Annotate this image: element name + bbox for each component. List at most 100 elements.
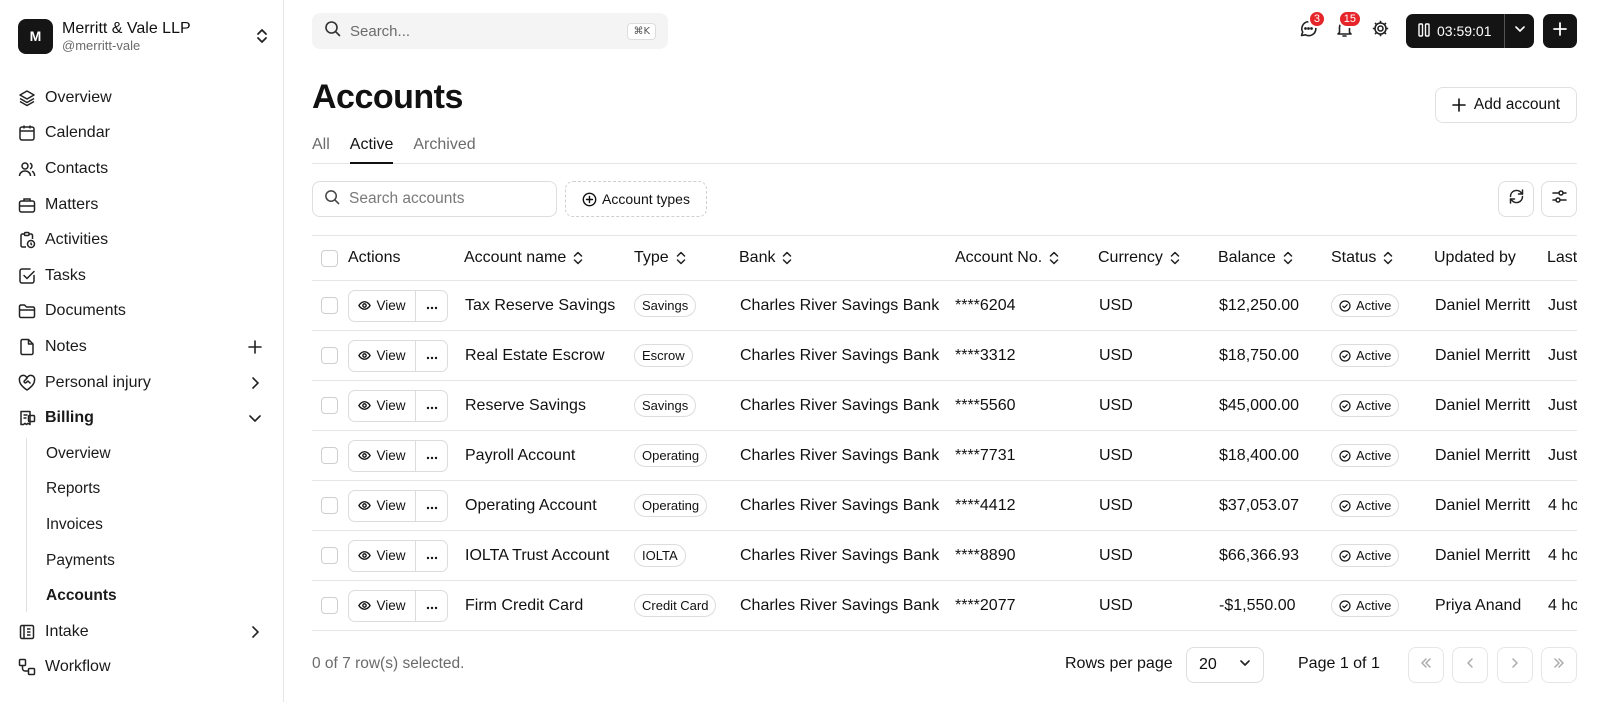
sidebar-item-personal-injury[interactable]: Personal injury <box>0 365 284 401</box>
timer-menu-button[interactable] <box>1504 14 1534 48</box>
previous-page-button[interactable] <box>1452 647 1488 683</box>
status-label: Active <box>1356 348 1392 363</box>
add-account-button[interactable]: Add account <box>1435 87 1577 123</box>
row-actions: View <box>348 281 448 330</box>
view-label: View <box>376 398 406 413</box>
updated-by-cell: Daniel Merritt <box>1435 296 1531 314</box>
subnav-item-payments[interactable]: Payments <box>0 543 284 579</box>
notifications-button[interactable]: 15 <box>1326 10 1362 48</box>
account-name[interactable]: Firm Credit Card <box>465 581 583 630</box>
sort-icon <box>782 251 792 265</box>
sidebar-item-workflow[interactable]: Workflow <box>0 650 284 686</box>
status-cell: Active <box>1331 431 1400 480</box>
sidebar-item-activities[interactable]: Activities <box>0 222 284 258</box>
first-page-button[interactable] <box>1408 647 1444 683</box>
status-label: Active <box>1356 398 1392 413</box>
sidebar-item-tasks[interactable]: Tasks <box>0 258 284 294</box>
status-badge: Active <box>1331 544 1400 567</box>
currency-cell: USD <box>1099 346 1133 364</box>
view-button[interactable]: View <box>349 340 416 371</box>
row-select-cell <box>321 431 338 480</box>
more-actions-button[interactable] <box>416 441 447 471</box>
rows-per-page-select[interactable]: 20 <box>1186 647 1264 683</box>
type-cell: Operating <box>634 481 708 530</box>
subnav-item-accounts[interactable]: Accounts <box>0 578 284 614</box>
global-search[interactable]: Search... ⌘K <box>312 13 668 49</box>
view-button[interactable]: View <box>349 390 416 421</box>
tab-active[interactable]: Active <box>349 132 394 164</box>
sidebar-item-matters[interactable]: Matters <box>0 187 284 223</box>
sidebar-item-overview[interactable]: Overview <box>0 80 284 116</box>
more-actions-button[interactable] <box>416 391 447 421</box>
refresh-button[interactable] <box>1498 181 1534 217</box>
chevrons-up-down-icon[interactable] <box>252 26 272 46</box>
col-label: Bank <box>739 249 776 266</box>
sidebar-item-billing[interactable]: Billing <box>0 400 284 436</box>
plus-icon[interactable] <box>246 338 264 356</box>
more-actions-button[interactable] <box>416 341 447 371</box>
account-name[interactable]: Reserve Savings <box>465 381 586 430</box>
view-button[interactable]: View <box>349 490 416 521</box>
sidebar-item-documents[interactable]: Documents <box>0 294 284 330</box>
subnav-item-reports[interactable]: Reports <box>0 472 284 508</box>
row-checkbox[interactable] <box>321 547 338 564</box>
col-bank[interactable]: Bank <box>739 236 792 280</box>
row-checkbox[interactable] <box>321 447 338 464</box>
account-types-filter-button[interactable]: Account types <box>565 181 707 217</box>
account-name[interactable]: Payroll Account <box>465 431 575 480</box>
col-account-name[interactable]: Account name <box>464 236 583 280</box>
tab-archived[interactable]: Archived <box>413 132 475 164</box>
quick-create-button[interactable] <box>1543 14 1577 48</box>
status-badge: Active <box>1331 394 1400 417</box>
status-label: Active <box>1356 498 1392 513</box>
org-switcher[interactable]: M Merritt & Vale LLP @merritt-vale <box>18 16 272 56</box>
row-checkbox[interactable] <box>321 597 338 614</box>
last-updated-cell: 4 hou <box>1548 596 1577 614</box>
row-select-cell <box>321 531 338 580</box>
col-balance[interactable]: Balance <box>1218 236 1293 280</box>
tab-all[interactable]: All <box>312 132 330 164</box>
view-button[interactable]: View <box>349 590 416 621</box>
more-actions-button[interactable] <box>416 491 447 521</box>
sidebar-item-contacts[interactable]: Contacts <box>0 151 284 187</box>
accounts-search-input[interactable]: Search accounts <box>312 181 557 217</box>
row-select-cell <box>321 381 338 430</box>
view-options-button[interactable] <box>1541 181 1577 217</box>
account-name[interactable]: Real Estate Escrow <box>465 331 605 380</box>
subnav-item-overview[interactable]: Overview <box>0 436 284 472</box>
row-checkbox[interactable] <box>321 397 338 414</box>
last-page-button[interactable] <box>1541 647 1577 683</box>
account-name[interactable]: IOLTA Trust Account <box>465 531 609 580</box>
col-account-number[interactable]: Account No. <box>955 236 1059 280</box>
view-button[interactable]: View <box>349 440 416 471</box>
view-button[interactable]: View <box>349 540 416 571</box>
timer-toggle-button[interactable]: 03:59:01 <box>1406 22 1504 40</box>
account-name[interactable]: Operating Account <box>465 481 597 530</box>
sidebar-item-intake[interactable]: Intake <box>0 614 284 650</box>
balance-cell: -$1,550.00 <box>1219 596 1296 614</box>
sidebar-item-notes[interactable]: Notes <box>0 329 284 365</box>
account-name[interactable]: Tax Reserve Savings <box>465 281 615 330</box>
search-icon <box>324 20 341 42</box>
messages-button[interactable]: 3 <box>1290 10 1326 48</box>
col-type[interactable]: Type <box>634 236 686 280</box>
settings-button[interactable] <box>1362 14 1398 48</box>
subnav-item-invoices[interactable]: Invoices <box>0 507 284 543</box>
more-actions-button[interactable] <box>416 291 447 321</box>
row-checkbox[interactable] <box>321 347 338 364</box>
ellipsis-icon <box>426 297 438 315</box>
gear-icon <box>1371 19 1390 43</box>
view-button[interactable]: View <box>349 290 416 321</box>
row-checkbox[interactable] <box>321 497 338 514</box>
col-status[interactable]: Status <box>1331 236 1393 280</box>
select-all-checkbox[interactable] <box>321 249 338 267</box>
next-page-button[interactable] <box>1497 647 1533 683</box>
more-actions-button[interactable] <box>416 591 447 621</box>
sidebar-item-label: Activities <box>45 231 109 249</box>
row-checkbox[interactable] <box>321 297 338 314</box>
workflow-icon <box>18 658 36 676</box>
sidebar-item-calendar[interactable]: Calendar <box>0 116 284 152</box>
chevron-down-icon <box>1239 656 1251 674</box>
more-actions-button[interactable] <box>416 541 447 571</box>
col-currency[interactable]: Currency <box>1098 236 1180 280</box>
